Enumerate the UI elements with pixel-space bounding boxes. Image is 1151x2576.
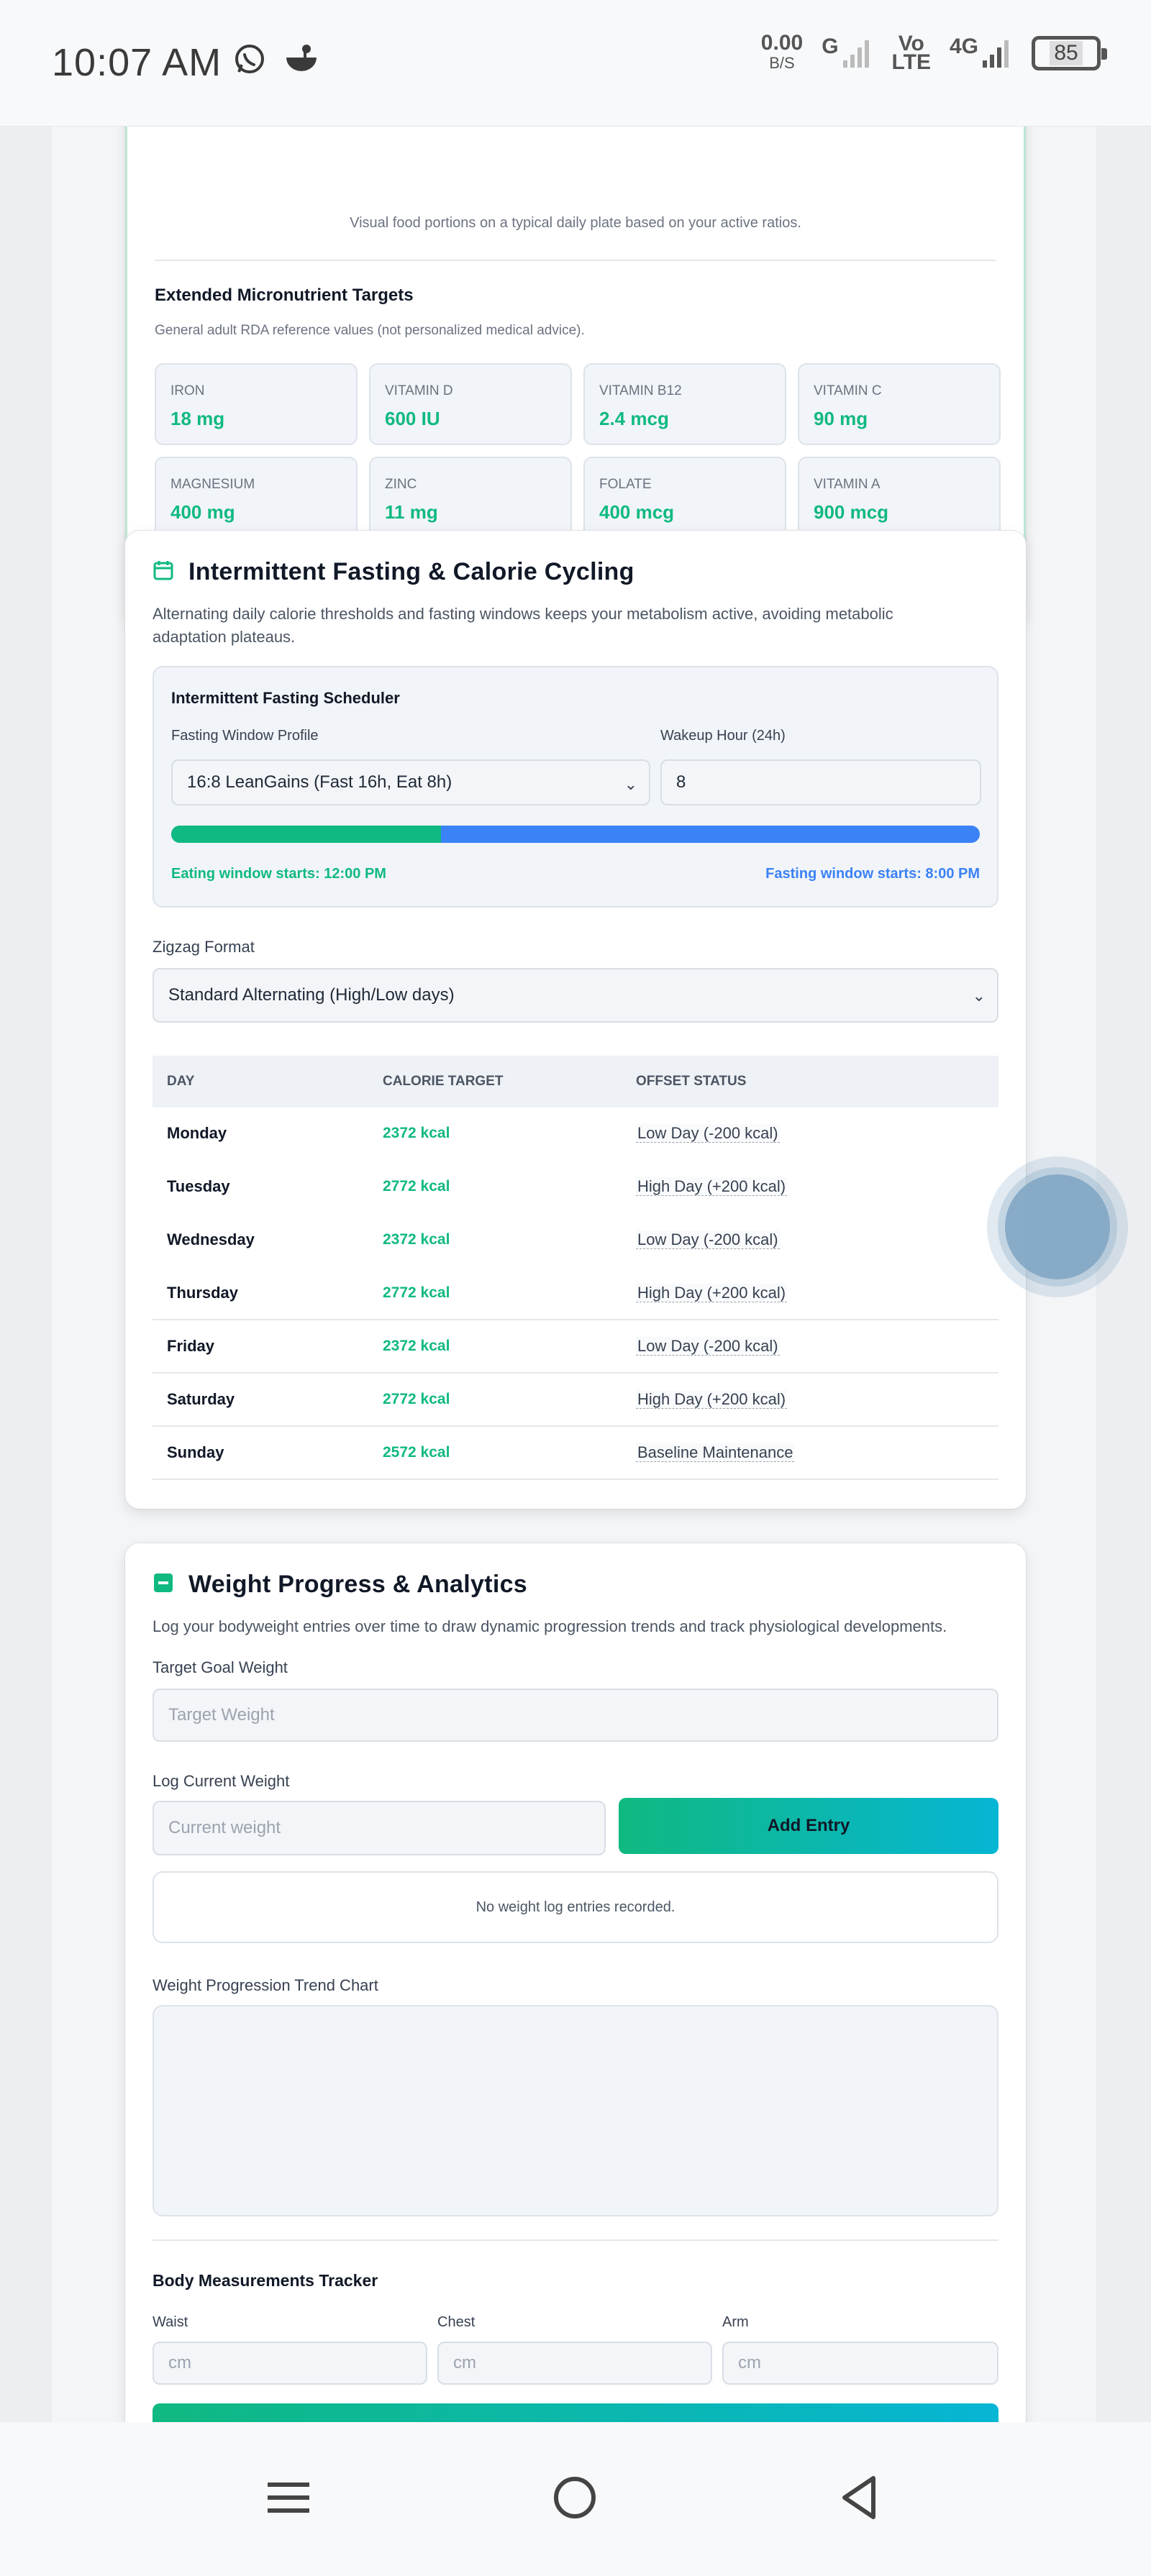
arm-label: Arm xyxy=(722,2314,749,2330)
zigzag-format-select[interactable]: Standard Alternating (High/Low days) ⌄ xyxy=(153,968,998,1023)
navigation-bar xyxy=(0,2422,1151,2576)
chevron-down-icon: ⌄ xyxy=(972,987,986,1005)
wakeup-hour-input[interactable]: 8 xyxy=(660,759,981,805)
status-bar: 10:07 AM 0.00 B/S G Vo LTE 4G 85 xyxy=(0,0,1151,127)
table-body: Monday 2372 kcal Low Day (-200 kcal) Tuesd… xyxy=(153,1107,998,1480)
back-triangle-icon[interactable] xyxy=(834,2472,885,2526)
micronutrient-card: VITAMIN D 600 IU xyxy=(369,363,572,445)
add-entry-button[interactable]: Add Entry xyxy=(619,1798,998,1854)
weight-title: Weight Progress & Analytics xyxy=(188,1571,528,1598)
floating-assistive-button[interactable] xyxy=(987,1156,1128,1297)
weight-log-empty: No weight log entries recorded. xyxy=(153,1871,998,1943)
chef-hat-icon xyxy=(282,42,321,81)
table-row: Tuesday 2772 kcal High Day (+200 kcal) xyxy=(167,1177,788,1196)
log-weight-label: Log Current Weight xyxy=(153,1772,290,1790)
current-weight-input[interactable]: Current weight xyxy=(153,1801,606,1855)
plate-caption: Visual food portions on a typical daily … xyxy=(350,215,801,231)
waist-input[interactable]: cm xyxy=(153,2342,427,2385)
signal-4g-icon: 4G xyxy=(950,36,1013,69)
battery-icon: 85 xyxy=(1032,36,1107,70)
table-row: Sunday 2572 kcal Baseline Maintenance xyxy=(153,1427,998,1480)
table-row: Friday 2372 kcal Low Day (-200 kcal) xyxy=(153,1320,998,1374)
net-speed: 0.00 B/S xyxy=(760,31,804,73)
chest-label: Chest xyxy=(437,2314,476,2330)
calendar-icon xyxy=(153,559,174,585)
zigzag-label: Zigzag Format xyxy=(153,938,255,956)
micronutrient-card: IRON 18 mg xyxy=(155,363,358,445)
volte-indicator: Vo LTE xyxy=(891,32,931,74)
table-row: Wednesday 2372 kcal Low Day (-200 kcal) xyxy=(167,1230,780,1249)
fasting-scheduler-panel: Intermittent Fasting Scheduler Fasting W… xyxy=(153,666,998,908)
micronutrient-subtitle: General adult RDA reference values (not … xyxy=(155,323,585,338)
fasting-window-bar xyxy=(171,826,980,843)
fasting-profile-select[interactable]: 16:8 LeanGains (Fast 16h, Eat 8h) ⌄ xyxy=(171,759,650,805)
weight-trend-chart xyxy=(153,2005,998,2216)
chevron-down-icon: ⌄ xyxy=(624,775,637,793)
page-content: Visual food portions on a typical daily … xyxy=(52,127,1096,2422)
chest-input[interactable]: cm xyxy=(437,2342,712,2385)
divider xyxy=(155,260,996,261)
arm-input[interactable]: cm xyxy=(722,2342,998,2385)
weight-card: Weight Progress & Analytics Log your bod… xyxy=(125,1543,1026,2422)
weight-header: Weight Progress & Analytics xyxy=(153,1571,527,1599)
waist-label: Waist xyxy=(153,2314,188,2330)
menu-icon[interactable] xyxy=(263,2472,314,2526)
target-weight-input[interactable]: Target Weight xyxy=(153,1689,998,1742)
micronutrient-card: MAGNESIUM 400 mg xyxy=(155,457,358,539)
scheduler-title: Intermittent Fasting Scheduler xyxy=(171,689,400,707)
micronutrient-card: VITAMIN B12 2.4 mcg xyxy=(583,363,786,445)
whatsapp-icon xyxy=(232,42,268,81)
signal-icon: G xyxy=(822,36,873,69)
chart-label: Weight Progression Trend Chart xyxy=(153,1976,378,1994)
table-row: Monday 2372 kcal Low Day (-200 kcal) xyxy=(167,1124,780,1143)
micronutrient-card: VITAMIN A 900 mcg xyxy=(798,457,1001,539)
profile-label: Fasting Window Profile xyxy=(171,728,319,744)
weight-description: Log your bodyweight entries over time to… xyxy=(153,1617,947,1635)
wakeup-label: Wakeup Hour (24h) xyxy=(660,728,786,744)
fasting-description: Alternating daily calorie thresholds and… xyxy=(153,605,893,646)
micronutrient-card: FOLATE 400 mcg xyxy=(583,457,786,539)
micronutrient-card: ZINC 11 mg xyxy=(369,457,572,539)
save-measurements-button[interactable] xyxy=(153,2403,998,2422)
eating-window-fill xyxy=(171,826,441,843)
goal-label: Target Goal Weight xyxy=(153,1658,288,1676)
home-circle-icon[interactable] xyxy=(550,2472,600,2526)
micronutrient-grid: IRON 18 mg VITAMIN D 600 IU VITAMIN B12 2.4… xyxy=(155,363,1001,539)
fasting-header: Intermittent Fasting & Calorie Cycling xyxy=(153,558,634,586)
measurements-title: Body Measurements Tracker xyxy=(153,2271,378,2290)
calorie-cycle-table: DAY CALORIE TARGET OFFSET STATUS Monday 2… xyxy=(153,1056,998,1480)
table-row: Saturday 2772 kcal High Day (+200 kcal) xyxy=(153,1374,998,1427)
eating-window-text: Eating window starts: 12:00 PM xyxy=(171,866,386,882)
table-row: Thursday 2772 kcal High Day (+200 kcal) xyxy=(153,1267,998,1320)
micronutrient-card: VITAMIN C 90 mg xyxy=(798,363,1001,445)
table-header: DAY CALORIE TARGET OFFSET STATUS xyxy=(153,1056,998,1107)
status-time: 10:07 AM xyxy=(52,41,222,84)
minus-square-icon xyxy=(153,1572,174,1597)
divider xyxy=(153,2239,998,2241)
fasting-window-text: Fasting window starts: 8:00 PM xyxy=(765,866,980,882)
micronutrient-title: Extended Micronutrient Targets xyxy=(155,286,414,305)
fasting-card: Intermittent Fasting & Calorie Cycling A… xyxy=(125,531,1026,1509)
fasting-title: Intermittent Fasting & Calorie Cycling xyxy=(188,558,634,585)
